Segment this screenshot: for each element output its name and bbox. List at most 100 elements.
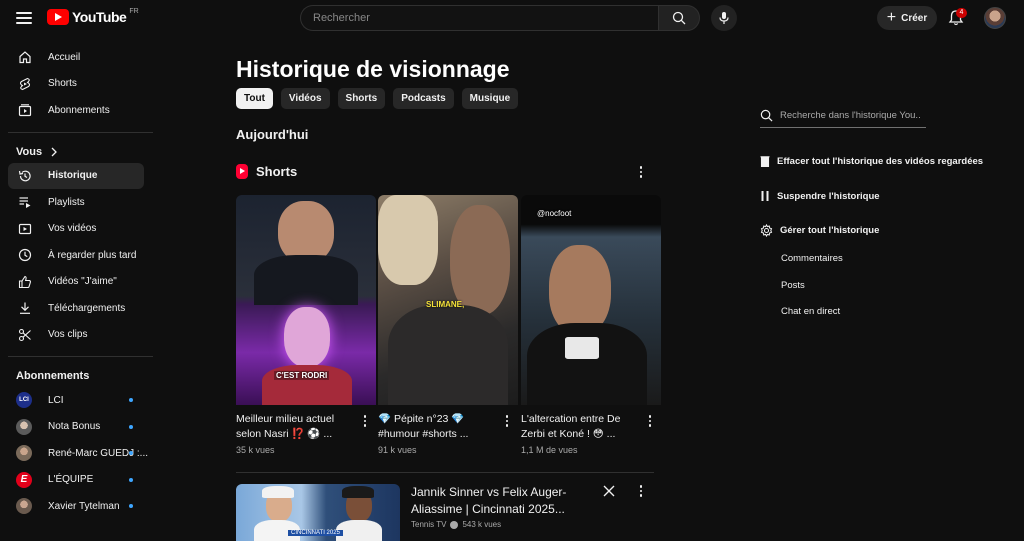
chip-musique[interactable]: Musique bbox=[461, 88, 519, 109]
pause-history-label: Suspendre l'historique bbox=[777, 190, 880, 202]
sidebar-item-vos-videos[interactable]: Vos vidéos bbox=[0, 216, 146, 243]
short-menu-icon[interactable] bbox=[643, 414, 657, 428]
new-content-dot bbox=[129, 398, 133, 403]
subscription-xavier-tytelman[interactable]: Xavier Tytelman bbox=[0, 493, 154, 520]
chip-shorts[interactable]: Shorts bbox=[337, 88, 386, 109]
subscription-lequipe[interactable]: E L'ÉQUIPE bbox=[0, 467, 154, 494]
remove-from-history-icon[interactable] bbox=[602, 484, 616, 498]
thumbnail-face bbox=[450, 205, 510, 315]
sidebar-divider bbox=[8, 131, 153, 133]
sidebar-item-historique[interactable]: Historique bbox=[8, 162, 144, 189]
subscription-label: L'ÉQUIPE bbox=[48, 474, 94, 486]
subscription-label: Xavier Tytelman bbox=[48, 500, 120, 512]
pause-history-button[interactable]: Suspendre l'historique bbox=[760, 190, 880, 202]
video-thumbnail[interactable]: CINCINNATI 2025 bbox=[236, 484, 400, 541]
sidebar-item-playlists[interactable]: Playlists bbox=[0, 189, 146, 216]
search-bar bbox=[300, 5, 700, 31]
short-thumbnail[interactable]: C'EST RODRI bbox=[236, 195, 376, 405]
gear-icon bbox=[760, 224, 773, 237]
youtube-logo[interactable]: YouTube FR bbox=[47, 8, 139, 25]
short-title[interactable]: Meilleur milieu actuel selon Nasri ⁉️ ⚽ … bbox=[236, 412, 356, 442]
sidebar-divider bbox=[8, 356, 153, 357]
sidebar-item-label: Vos vidéos bbox=[48, 223, 97, 235]
short-menu-icon[interactable] bbox=[500, 414, 514, 428]
date-heading: Aujourd'hui bbox=[236, 127, 309, 142]
short-thumbnail[interactable]: SLIMANE, bbox=[378, 195, 518, 405]
manage-history-button[interactable]: Gérer tout l'historique bbox=[760, 224, 879, 237]
channel-name[interactable]: Tennis TV bbox=[411, 520, 446, 529]
your-videos-icon bbox=[18, 223, 32, 234]
subscription-label: LCI bbox=[48, 394, 64, 406]
clips-icon bbox=[18, 328, 31, 341]
create-button[interactable]: + Créer bbox=[877, 6, 937, 30]
short-menu-icon[interactable] bbox=[358, 414, 372, 428]
sidebar-item-abonnements[interactable]: Abonnements bbox=[0, 97, 146, 124]
microphone-icon bbox=[719, 12, 729, 24]
history-search bbox=[760, 104, 926, 128]
history-video-item[interactable]: CINCINNATI 2025 Jannik Sinner vs Felix A… bbox=[236, 484, 656, 541]
history-search-input[interactable] bbox=[780, 110, 920, 121]
chip-podcasts[interactable]: Podcasts bbox=[393, 88, 454, 109]
subscription-rene-marc-guedj[interactable]: René-Marc GUEDJ :... bbox=[0, 440, 154, 467]
voice-search-button[interactable] bbox=[711, 5, 737, 31]
sidebar-item-label: Vos clips bbox=[48, 329, 88, 341]
thumbnail-cap bbox=[262, 486, 294, 498]
subscriptions-heading-label: Abonnements bbox=[16, 370, 90, 382]
chip-tout[interactable]: Tout bbox=[236, 88, 273, 109]
chip-videos[interactable]: Vidéos bbox=[280, 88, 330, 109]
sidebar-item-shorts[interactable]: Shorts bbox=[0, 71, 146, 98]
search-input[interactable] bbox=[300, 5, 658, 31]
subscription-lci[interactable]: LCI LCI bbox=[0, 387, 154, 414]
link-chat-en-direct[interactable]: Chat en direct bbox=[781, 306, 840, 317]
short-title[interactable]: L'altercation entre De Zerbi et Koné ! 😳… bbox=[521, 412, 641, 442]
subscriptions-icon bbox=[18, 104, 32, 117]
clear-history-button[interactable]: Effacer tout l'historique des vidéos reg… bbox=[760, 155, 983, 167]
new-content-dot bbox=[129, 477, 133, 482]
shorts-section-menu-icon[interactable] bbox=[634, 165, 648, 179]
logo-text: YouTube bbox=[72, 9, 127, 25]
top-bar: YouTube FR + Créer 4 bbox=[0, 0, 1024, 36]
page-title: Historique de visionnage bbox=[236, 56, 510, 82]
sidebar-subscriptions-heading: Abonnements bbox=[0, 365, 154, 387]
sidebar: Accueil Shorts Abonnements Vous Historiq… bbox=[0, 44, 154, 520]
youtube-logo-icon bbox=[47, 9, 69, 25]
search-button[interactable] bbox=[658, 5, 700, 31]
subscription-nota-bonus[interactable]: Nota Bonus bbox=[0, 414, 154, 441]
shorts-icon bbox=[19, 77, 31, 90]
short-card[interactable]: @nocfoot L'altercation entre De Zerbi et… bbox=[521, 195, 661, 455]
sidebar-you-heading[interactable]: Vous bbox=[0, 141, 154, 163]
sidebar-item-downloads[interactable]: Téléchargements bbox=[0, 295, 146, 322]
short-overlay-text: C'EST RODRI bbox=[274, 371, 330, 380]
short-title[interactable]: 💎 Pépite n°23 💎 #humour #shorts ... bbox=[378, 412, 498, 442]
plus-icon: + bbox=[886, 9, 897, 26]
thumbnail-face bbox=[278, 201, 334, 263]
sidebar-item-clips[interactable]: Vos clips bbox=[0, 322, 146, 349]
search-icon bbox=[760, 109, 773, 122]
short-card[interactable]: SLIMANE, 💎 Pépite n°23 💎 #humour #shorts… bbox=[378, 195, 518, 455]
sidebar-item-label: Téléchargements bbox=[48, 302, 126, 314]
link-commentaires[interactable]: Commentaires bbox=[781, 253, 843, 264]
short-card[interactable]: C'EST RODRI Meilleur milieu actuel selon… bbox=[236, 195, 376, 455]
short-thumbnail[interactable]: @nocfoot bbox=[521, 195, 661, 405]
sidebar-item-watch-later[interactable]: À regarder plus tard bbox=[0, 242, 146, 269]
new-content-dot bbox=[129, 504, 133, 509]
verified-icon bbox=[450, 520, 459, 529]
sidebar-item-label: Shorts bbox=[48, 78, 77, 90]
filter-chips: Tout Vidéos Shorts Podcasts Musique bbox=[236, 88, 519, 109]
home-icon bbox=[19, 51, 31, 64]
account-avatar[interactable] bbox=[984, 7, 1006, 29]
short-overlay-text: SLIMANE, bbox=[426, 300, 465, 309]
link-posts[interactable]: Posts bbox=[781, 280, 805, 291]
thumbnail-face bbox=[378, 195, 438, 285]
trash-icon bbox=[760, 156, 770, 167]
sidebar-item-liked-videos[interactable]: Vidéos "J'aime" bbox=[0, 269, 146, 296]
video-menu-icon[interactable] bbox=[634, 484, 648, 498]
menu-icon[interactable] bbox=[14, 9, 34, 27]
download-icon bbox=[20, 302, 30, 315]
sidebar-item-label: Abonnements bbox=[48, 104, 110, 116]
channel-avatar bbox=[16, 445, 32, 462]
video-title[interactable]: Jannik Sinner vs Felix Auger-Aliassime |… bbox=[411, 484, 586, 518]
sidebar-item-label: Accueil bbox=[48, 51, 81, 63]
sidebar-item-label: Playlists bbox=[48, 196, 85, 208]
sidebar-item-accueil[interactable]: Accueil bbox=[0, 44, 146, 71]
